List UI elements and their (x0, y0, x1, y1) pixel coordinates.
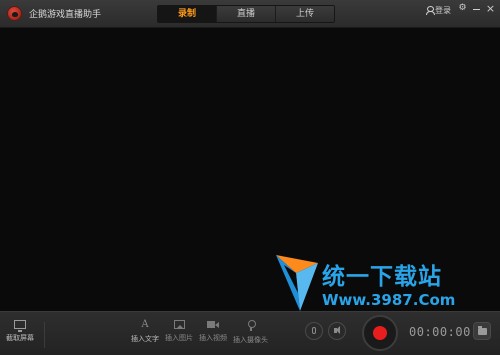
penguin-logo-icon (7, 6, 22, 21)
tab-upload[interactable]: 上传 (276, 6, 334, 22)
preview-area: 统一下载站 Www.3987.Com (0, 28, 500, 311)
watermark: 统一下载站 Www.3987.Com (274, 253, 464, 315)
record-timer: 00:00:00 (409, 325, 471, 339)
insert-camera-button[interactable]: 插入摄像头 (233, 320, 268, 345)
watermark-logo-icon (276, 255, 318, 311)
capture-screen-label: 截取屏幕 (6, 334, 34, 342)
insert-image-button[interactable]: 插入图片 (165, 320, 193, 343)
title-bar: 企鹅游戏直播助手 录制 直播 上传 登录 ⚙ × (0, 0, 500, 28)
microphone-icon (312, 327, 316, 334)
insert-video-button[interactable]: 插入视频 (199, 320, 227, 343)
monitor-icon (14, 320, 26, 332)
insert-video-label: 插入视频 (199, 334, 227, 342)
image-icon (173, 320, 185, 329)
record-icon (373, 326, 387, 340)
camera-icon (247, 320, 256, 331)
text-icon: A (141, 319, 149, 330)
insert-text-label: 插入文字 (131, 335, 159, 343)
speaker-button[interactable] (328, 322, 346, 340)
microphone-button[interactable] (305, 322, 323, 340)
video-icon (207, 320, 219, 329)
bottom-toolbar: 截取屏幕 A 插入文字 插入图片 插入视频 插入摄像头 00:00:00 (0, 311, 500, 355)
insert-camera-label: 插入摄像头 (233, 336, 268, 344)
capture-screen-button[interactable]: 截取屏幕 (6, 320, 34, 343)
minimize-icon[interactable] (471, 3, 482, 14)
app-title: 企鹅游戏直播助手 (29, 10, 102, 20)
login-button[interactable]: 登录 (426, 5, 451, 16)
folder-icon (478, 326, 487, 335)
close-icon[interactable]: × (485, 3, 496, 14)
tab-record[interactable]: 录制 (158, 6, 217, 22)
divider (44, 322, 45, 348)
tab-live[interactable]: 直播 (217, 6, 276, 22)
gear-icon[interactable]: ⚙ (457, 3, 468, 14)
login-label: 登录 (435, 6, 451, 15)
mode-tabs: 录制 直播 上传 (157, 5, 335, 23)
watermark-url: Www.3987.Com (322, 291, 456, 309)
user-icon (426, 6, 435, 15)
speaker-icon (334, 326, 340, 334)
record-button[interactable] (362, 315, 398, 351)
open-folder-button[interactable] (473, 322, 491, 340)
watermark-title: 统一下载站 (322, 264, 442, 290)
insert-image-label: 插入图片 (165, 334, 193, 342)
insert-text-button[interactable]: A 插入文字 (131, 320, 159, 344)
